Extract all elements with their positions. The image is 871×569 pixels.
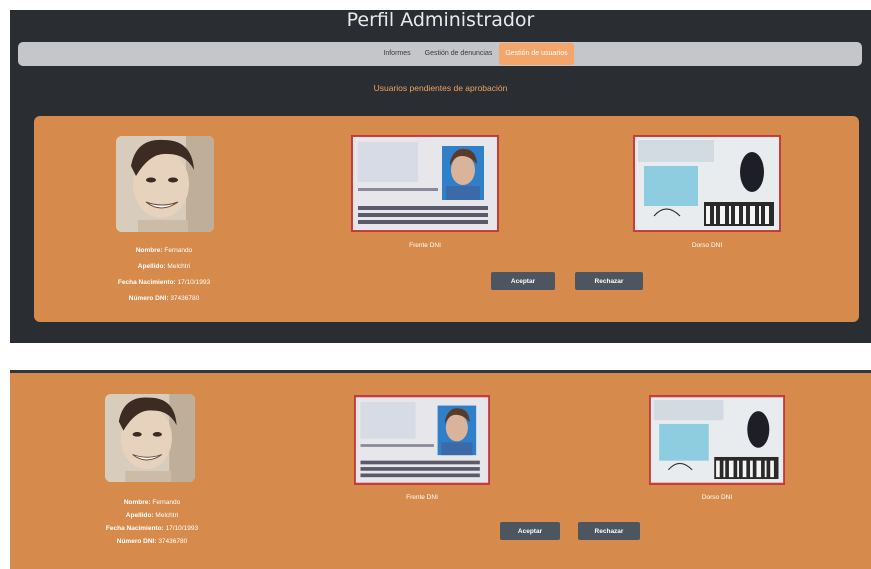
nav-item-gestion-denuncias[interactable]: Gestión de denuncias [418, 43, 500, 65]
page-title: Perfil Administrador [346, 9, 535, 31]
user-info: Nombre: Fernando Apellido: Melchtri Fech… [104, 243, 224, 307]
dni-back-caption: Dorso DNI [691, 242, 723, 249]
user-fecha-nacimiento: Fecha Nacimiento: 17/10/1993 [117, 279, 211, 286]
nav-item-informes[interactable]: Informes [376, 43, 417, 65]
pending-user-card: Nombre: Fernando Apellido: Melchtri Fech… [34, 116, 859, 322]
nav-links: Informes Gestión de denuncias Gestión de… [18, 42, 862, 66]
dni-back-caption: Dorso DNI [701, 494, 733, 501]
navbar: Informes Gestión de denuncias Gestión de… [18, 42, 862, 66]
id-card-back-icon [634, 136, 780, 231]
user-info-zoomed: Nombre: Fernando Apellido: Melchtri Fech… [92, 496, 212, 548]
user-numero-dni: Número DNI: 37436780 [116, 538, 188, 545]
face-photo-icon [105, 394, 195, 482]
panel-divider [10, 370, 871, 373]
user-nombre: Nombre: Fernando [135, 247, 193, 254]
dni-front-caption: Frente DNI [406, 494, 438, 501]
user-fecha-nacimiento: Fecha Nacimiento: 17/10/1993 [105, 525, 199, 532]
reject-button[interactable]: Rechazar [575, 272, 643, 290]
user-apellido: Apellido: Melchtri [137, 263, 191, 270]
pending-user-card-zoomed: Nombre: Fernando Apellido: Melchtri Fech… [10, 370, 871, 569]
dni-back-image[interactable] [634, 136, 780, 231]
nav-item-gestion-usuarios[interactable]: Gestión de usuarios [499, 43, 574, 65]
user-photo-zoomed [105, 394, 195, 482]
id-card-front-icon [355, 396, 489, 484]
dni-front-image-zoomed[interactable] [355, 396, 489, 484]
accept-button[interactable]: Aceptar [491, 272, 555, 290]
dni-front-caption: Frente DNI [409, 242, 441, 249]
user-numero-dni: Número DNI: 37436780 [128, 295, 200, 302]
section-heading: Usuarios pendientes de aprobación [373, 83, 508, 93]
dni-front-image[interactable] [352, 136, 498, 231]
admin-panel: Perfil Administrador Informes Gestión de… [10, 10, 871, 343]
dni-back-image-zoomed[interactable] [650, 396, 784, 484]
id-card-back-icon [650, 396, 784, 484]
reject-button[interactable]: Rechazar [578, 522, 640, 540]
user-nombre: Nombre: Fernando [123, 499, 181, 506]
user-apellido: Apellido: Melchtri [125, 512, 179, 519]
face-photo-icon [116, 136, 214, 232]
id-card-front-icon [352, 136, 498, 231]
user-photo [116, 136, 214, 232]
accept-button[interactable]: Aceptar [500, 522, 560, 540]
